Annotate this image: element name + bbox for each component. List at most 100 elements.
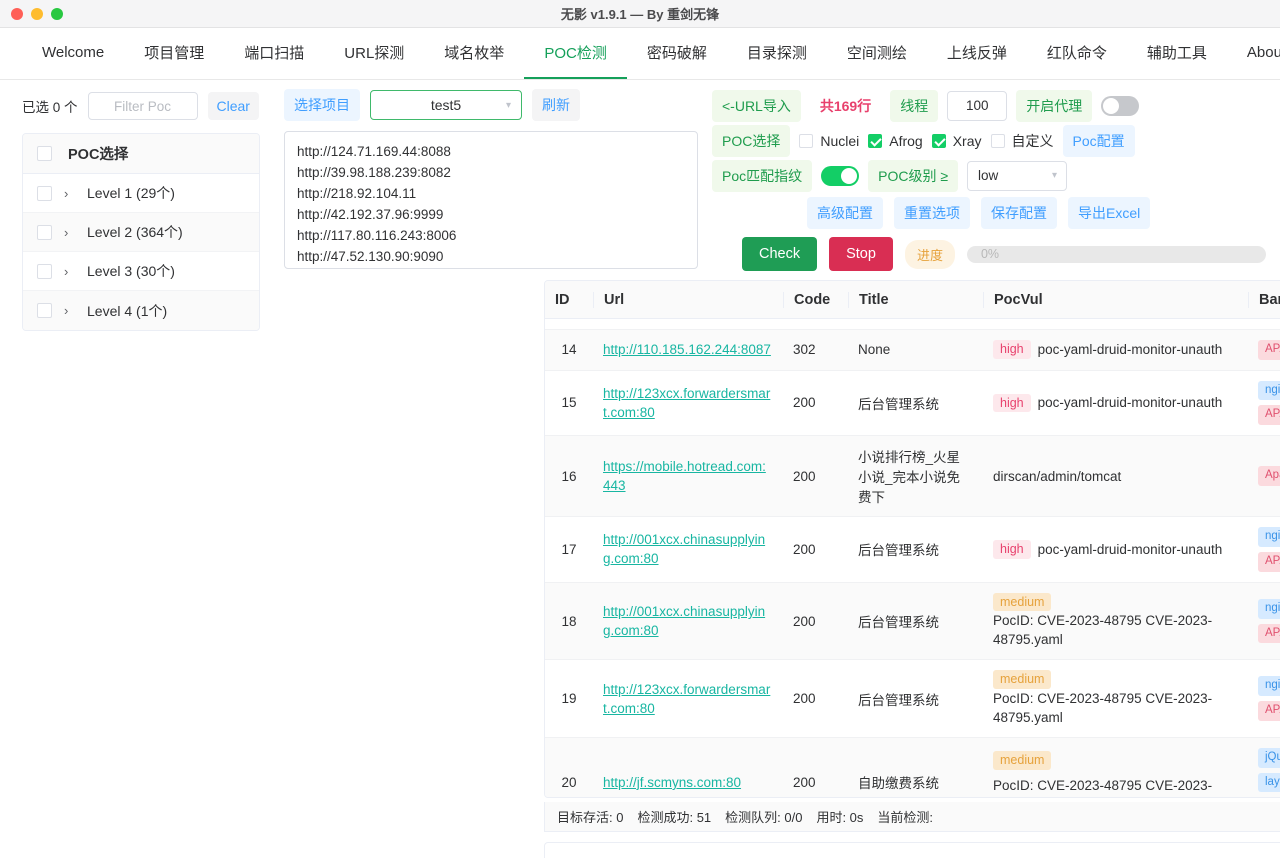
- poc-config-button[interactable]: Poc配置: [1062, 124, 1135, 157]
- poc-level-row-4[interactable]: › Level 4 (1个): [23, 291, 259, 330]
- table-row[interactable]: 19 http://123xcx.forwardersmart.com:80 200…: [545, 660, 1280, 738]
- banner-badge: nginx/1.16.1: [1258, 380, 1280, 401]
- enable-proxy-toggle[interactable]: [1101, 95, 1140, 116]
- selected-count-label: 已选 0 个: [22, 100, 78, 115]
- poc-level-checkbox-4[interactable]: [37, 303, 52, 318]
- column-header-pocvul[interactable]: PocVul: [983, 291, 1248, 308]
- poc-level-checkbox-1[interactable]: [37, 185, 52, 201]
- table-row[interactable]: 18 http://001xcx.chinasupplying.com:80 200…: [545, 582, 1280, 661]
- table-row[interactable]: 15 http://123xcx.forwardersmart.com:80 200…: [545, 371, 1280, 437]
- nav-tab-about[interactable]: About: [1227, 28, 1280, 79]
- url-link[interactable]: https://mobile.hotread.com:443: [603, 457, 773, 495]
- table-row[interactable]: 17 http://001xcx.chinasupplying.com:80 200…: [545, 517, 1280, 583]
- poc-level-select[interactable]: low ▾: [967, 160, 1068, 191]
- reset-options-button[interactable]: 重置选项: [894, 197, 970, 229]
- thread-count-input[interactable]: [947, 90, 1008, 121]
- poc-tree-header: POC选择: [23, 134, 259, 174]
- cell-pocvul: dirscan/admin/tomcat: [983, 319, 1248, 329]
- table-row[interactable]: 13http://xyjg.dzdata.com/cn:80302Nonedir…: [545, 319, 1280, 330]
- nav-tab-aux-tools[interactable]: 辅助工具: [1127, 28, 1227, 79]
- column-header-banner[interactable]: Banner: [1248, 291, 1280, 308]
- engine-checkbox-afrog[interactable]: Afrog: [868, 133, 923, 149]
- poc-level-row-2[interactable]: › Level 2 (364个): [23, 213, 259, 252]
- clear-filter-button[interactable]: Clear: [207, 92, 259, 120]
- column-header-title[interactable]: Title: [848, 291, 983, 308]
- url-link[interactable]: http://123xcx.forwardersmart.com:80: [603, 680, 773, 718]
- save-config-button[interactable]: 保存配置: [981, 197, 1057, 229]
- nav-tab-dir-probe[interactable]: 目录探测: [727, 28, 827, 79]
- export-excel-button[interactable]: 导出Excel: [1068, 197, 1151, 229]
- checkbox-box[interactable]: [868, 133, 883, 148]
- refresh-button[interactable]: 刷新: [532, 89, 580, 121]
- filter-poc-input[interactable]: [87, 92, 198, 120]
- column-header-url[interactable]: Url: [593, 291, 783, 308]
- chevron-right-icon[interactable]: ›: [64, 186, 75, 201]
- poc-level-label-4: Level 4 (1个): [87, 302, 168, 319]
- banner-badge: nginx/1.16.1: [1258, 598, 1280, 619]
- nav-tab-password-crack[interactable]: 密码破解: [627, 28, 727, 79]
- cell-url: http://jf.scmyns.com:80: [593, 738, 783, 797]
- chevron-down-icon: ▾: [505, 99, 511, 111]
- status-badge: high: [993, 540, 1031, 559]
- cell-pocvul: dirscan/admin/tomcat: [983, 436, 1248, 516]
- fingerprint-match-toggle[interactable]: [821, 165, 860, 186]
- poc-level-row-1[interactable]: › Level 1 (29个): [23, 174, 259, 213]
- stop-button[interactable]: Stop: [829, 237, 893, 271]
- check-button[interactable]: Check: [742, 237, 818, 271]
- select-all-poc-checkbox[interactable]: [37, 146, 52, 161]
- url-link[interactable]: http://110.185.162.244:8087: [603, 340, 771, 359]
- progress-label: 进度: [904, 239, 955, 269]
- checkbox-box[interactable]: [990, 133, 1005, 148]
- cell-pocvul: high poc-yaml-druid-monitor-unauth: [983, 371, 1248, 436]
- chevron-right-icon[interactable]: ›: [64, 303, 75, 318]
- chevron-right-icon[interactable]: ›: [64, 225, 75, 240]
- poc-level-checkbox-3[interactable]: [37, 263, 52, 279]
- url-link[interactable]: http://123xcx.forwardersmart.com:80: [603, 384, 773, 422]
- status-badge: medium: [993, 670, 1052, 689]
- column-header-id[interactable]: ID: [545, 292, 593, 308]
- project-column: 选择项目 test5 ▾ 刷新 http://124.71.169.44:808…: [272, 88, 702, 271]
- engine-checkbox-nuclei[interactable]: Nuclei: [799, 133, 859, 149]
- nav-tab-reverse-shell[interactable]: 上线反弹: [927, 28, 1027, 79]
- advanced-config-button[interactable]: 高级配置: [807, 197, 883, 229]
- banner-badge: APACHE-Shiro: [1258, 623, 1280, 644]
- chevron-right-icon[interactable]: ›: [64, 264, 75, 279]
- table-row[interactable]: 20 http://jf.scmyns.com:80 200 自助缴费系统 medium…: [545, 737, 1280, 797]
- table-row[interactable]: 16 https://mobile.hotread.com:443 200 小说排行榜…: [545, 436, 1280, 518]
- nav-tab-domain-enum[interactable]: 域名枚举: [424, 28, 524, 79]
- config-button-row: 高级配置 重置选项 保存配置 导出Excel: [712, 197, 1266, 229]
- status-badge: high: [993, 393, 1031, 413]
- response-pane: Response: [1041, 843, 1280, 858]
- poc-level-checkbox-2[interactable]: [37, 224, 52, 240]
- select-project-button[interactable]: 选择项目: [284, 89, 360, 121]
- nav-tab-welcome[interactable]: Welcome: [22, 28, 124, 79]
- engine-checkbox-custom[interactable]: 自定义: [990, 131, 1054, 151]
- engine-checkbox-xray[interactable]: Xray: [931, 133, 982, 149]
- poc-tree: POC选择 › Level 1 (29个) › Level 2 (364个) ›…: [22, 133, 260, 331]
- url-link[interactable]: http://001xcx.chinasupplying.com:80: [603, 602, 773, 640]
- url-link[interactable]: http://001xcx.chinasupplying.com:80: [603, 530, 773, 568]
- nav-tab-poc-check[interactable]: POC检测: [524, 28, 627, 79]
- nav-tab-port-scan[interactable]: 端口扫描: [224, 28, 324, 79]
- url-line: http://39.98.188.239:8082: [297, 165, 451, 180]
- nav-tab-space-mapping[interactable]: 空间测绘: [827, 28, 927, 79]
- url-list-textarea[interactable]: http://124.71.169.44:8088 http://39.98.1…: [284, 131, 698, 269]
- nav-tab-redteam-cmd[interactable]: 红队命令: [1027, 28, 1127, 79]
- checkbox-box[interactable]: [931, 133, 946, 148]
- cell-title: 后台管理系统: [858, 692, 939, 708]
- url-import-button[interactable]: <-URL导入: [712, 89, 801, 122]
- url-link[interactable]: http://jf.scmyns.com:80: [603, 773, 741, 792]
- url-line: http://117.80.116.243:8006: [297, 228, 457, 243]
- nav-tab-url-probe[interactable]: URL探测: [324, 28, 424, 79]
- poc-level-row-3[interactable]: › Level 3 (30个): [23, 252, 259, 291]
- checkbox-box[interactable]: [799, 133, 814, 148]
- results-table-body[interactable]: 13http://xyjg.dzdata.com/cn:80302Nonedir…: [545, 319, 1280, 797]
- cell-pocvul: medium PocID: CVE-2023-48795 CVE-2023-487…: [983, 738, 1248, 797]
- table-row[interactable]: 14 http://110.185.162.244:8087 302 None high…: [545, 329, 1280, 371]
- main-nav-tabs[interactable]: Welcome 项目管理 端口扫描 URL探测 域名枚举 POC检测 密码破解 …: [0, 28, 1280, 80]
- nav-tab-project-management[interactable]: 项目管理: [124, 28, 224, 79]
- project-select[interactable]: test5 ▾: [370, 90, 522, 120]
- scan-status-bar: 目标存活: 0 检测成功: 51 检测队列: 0/0 用时: 0s 当前检测:: [544, 802, 1280, 832]
- thread-label: 线程: [890, 89, 939, 122]
- column-header-code[interactable]: Code: [783, 291, 848, 308]
